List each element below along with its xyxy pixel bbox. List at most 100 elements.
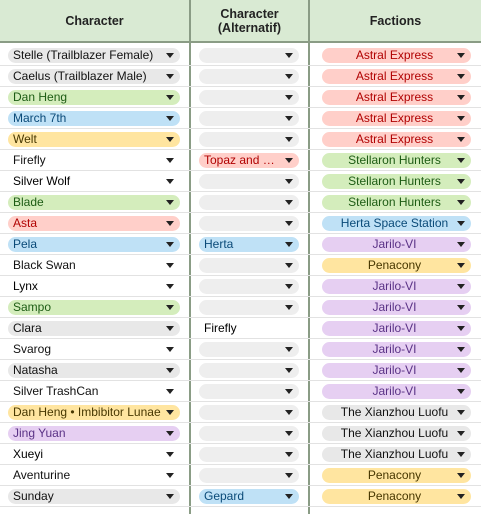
character-cell-dropdown[interactable]: Svarog (8, 342, 180, 357)
character-cell-dropdown[interactable]: Silver Wolf (8, 174, 180, 189)
character-alt-cell-dropdown[interactable]: Topaz and Numby (199, 153, 299, 168)
character-cell-dropdown[interactable]: Aventurine (8, 468, 180, 483)
character-alt-cell-dropdown[interactable] (199, 174, 299, 189)
character-alt-cell-dropdown[interactable] (199, 195, 299, 210)
faction-cell-dropdown[interactable]: Astral Express (322, 111, 471, 126)
faction-cell-dropdown[interactable]: Astral Express (322, 69, 471, 84)
character-cell-dropdown[interactable]: Natasha (8, 363, 180, 378)
faction-cell-value: Jarilo-VI (372, 342, 417, 356)
table-row: Black Swan Penacony (0, 255, 481, 276)
faction-cell-dropdown[interactable]: The Xianzhou Luofu (322, 405, 471, 420)
character-cell-dropdown[interactable]: Dan Heng (8, 90, 180, 105)
character-cell-value: Silver TrashCan (13, 384, 99, 398)
chevron-down-icon (285, 95, 293, 100)
faction-cell-dropdown[interactable]: Penacony (322, 468, 471, 483)
table-row: March 7th Astral Express (0, 108, 481, 129)
character-cell-dropdown[interactable]: Blade (8, 195, 180, 210)
character-alt-cell-dropdown[interactable] (199, 279, 299, 294)
chevron-down-icon (457, 179, 465, 184)
column-header-character-alt[interactable]: Character (Alternatif) (191, 0, 308, 41)
character-alt-cell-value: Topaz and Numby (204, 153, 281, 167)
faction-cell-dropdown[interactable]: Jarilo-VI (322, 279, 471, 294)
faction-cell-dropdown[interactable]: Penacony (322, 258, 471, 273)
character-cell-dropdown[interactable]: Stelle (Trailblazer Female) (8, 48, 180, 63)
character-alt-cell-dropdown[interactable] (199, 300, 299, 315)
character-alt-cell-dropdown[interactable] (199, 468, 299, 483)
chevron-down-icon (285, 452, 293, 457)
character-alt-cell-dropdown[interactable]: Gepard (199, 489, 299, 504)
character-cell-dropdown[interactable]: Sunday (8, 489, 180, 504)
column-header-factions[interactable]: Factions (310, 0, 481, 41)
character-cell-dropdown[interactable]: Caelus (Trailblazer Male) (8, 69, 180, 84)
faction-cell-dropdown[interactable]: Jarilo-VI (322, 300, 471, 315)
character-cell-dropdown[interactable]: Silver TrashCan (8, 384, 180, 399)
table-row: Silver TrashCan Jarilo-VI (0, 381, 481, 402)
faction-cell-value: Astral Express (355, 48, 434, 62)
chevron-down-icon (166, 326, 174, 331)
character-alt-cell-dropdown[interactable]: Herta (199, 237, 299, 252)
faction-cell-dropdown[interactable]: Jarilo-VI (322, 342, 471, 357)
character-cell-dropdown[interactable]: Lynx (8, 279, 180, 294)
character-cell-value: Dan Heng (13, 90, 68, 104)
character-alt-cell-dropdown[interactable] (199, 258, 299, 273)
chevron-down-icon (457, 200, 465, 205)
character-alt-cell-dropdown[interactable] (199, 342, 299, 357)
faction-cell-value: Jarilo-VI (372, 321, 417, 335)
faction-cell-value: Herta Space Station (340, 216, 449, 230)
chevron-down-icon (457, 263, 465, 268)
chevron-down-icon (166, 200, 174, 205)
character-cell-dropdown[interactable]: Sampo (8, 300, 180, 315)
character-cell-dropdown[interactable]: Black Swan (8, 258, 180, 273)
character-alt-cell-dropdown[interactable] (199, 363, 299, 378)
character-alt-cell-dropdown[interactable] (199, 132, 299, 147)
character-alt-cell-dropdown[interactable] (199, 447, 299, 462)
character-alt-cell-dropdown[interactable] (199, 90, 299, 105)
table-row: Xueyi The Xianzhou Luofu (0, 444, 481, 465)
faction-cell-dropdown[interactable]: Stellaron Hunters (322, 174, 471, 189)
character-cell-dropdown[interactable]: Welt (8, 132, 180, 147)
faction-cell-dropdown[interactable]: The Xianzhou Luofu (322, 447, 471, 462)
faction-cell-dropdown[interactable]: The Xianzhou Luofu (322, 426, 471, 441)
table-row: Svarog Jarilo-VI (0, 339, 481, 360)
character-cell-dropdown[interactable]: Asta (8, 216, 180, 231)
character-cell-dropdown[interactable]: March 7th (8, 111, 180, 126)
faction-cell-value: Penacony (367, 258, 422, 272)
character-alt-cell-dropdown[interactable] (199, 405, 299, 420)
character-alt-cell-dropdown[interactable] (199, 69, 299, 84)
character-cell-dropdown[interactable]: Dan Heng • Imbibitor Lunae (8, 405, 180, 420)
faction-cell-dropdown[interactable]: Stellaron Hunters (322, 195, 471, 210)
character-cell-dropdown[interactable]: Clara (8, 321, 180, 336)
faction-cell-dropdown[interactable]: Jarilo-VI (322, 237, 471, 252)
character-alt-cell-dropdown[interactable] (199, 111, 299, 126)
column-header-character[interactable]: Character (0, 0, 189, 41)
character-alt-cell-dropdown[interactable] (199, 48, 299, 63)
chevron-down-icon (457, 431, 465, 436)
chevron-down-icon (166, 284, 174, 289)
faction-cell-dropdown[interactable]: Jarilo-VI (322, 321, 471, 336)
spreadsheet-grid: Character Character (Alternatif) Faction… (0, 0, 481, 514)
faction-cell-dropdown[interactable]: Stellaron Hunters (322, 153, 471, 168)
chevron-down-icon (166, 305, 174, 310)
faction-cell-dropdown[interactable]: Astral Express (322, 90, 471, 105)
character-cell-dropdown[interactable]: Firefly (8, 153, 180, 168)
faction-cell-value: Stellaron Hunters (348, 174, 441, 188)
chevron-down-icon (457, 74, 465, 79)
character-alt-cell-dropdown[interactable] (199, 426, 299, 441)
character-cell-value: Svarog (13, 342, 52, 356)
faction-cell-dropdown[interactable]: Astral Express (322, 132, 471, 147)
character-alt-cell-dropdown[interactable] (199, 216, 299, 231)
chevron-down-icon (457, 221, 465, 226)
faction-cell-dropdown[interactable]: Penacony (322, 489, 471, 504)
chevron-down-icon (457, 347, 465, 352)
faction-cell-dropdown[interactable]: Astral Express (322, 48, 471, 63)
character-cell-dropdown[interactable]: Pela (8, 237, 180, 252)
character-alt-cell-dropdown[interactable] (199, 384, 299, 399)
character-cell-dropdown[interactable]: Jing Yuan (8, 426, 180, 441)
chevron-down-icon (285, 242, 293, 247)
faction-cell-dropdown[interactable]: Jarilo-VI (322, 363, 471, 378)
chevron-down-icon (285, 158, 293, 163)
faction-cell-dropdown[interactable]: Herta Space Station (322, 216, 471, 231)
character-cell-dropdown[interactable]: Xueyi (8, 447, 180, 462)
chevron-down-icon (457, 326, 465, 331)
faction-cell-dropdown[interactable]: Jarilo-VI (322, 384, 471, 399)
